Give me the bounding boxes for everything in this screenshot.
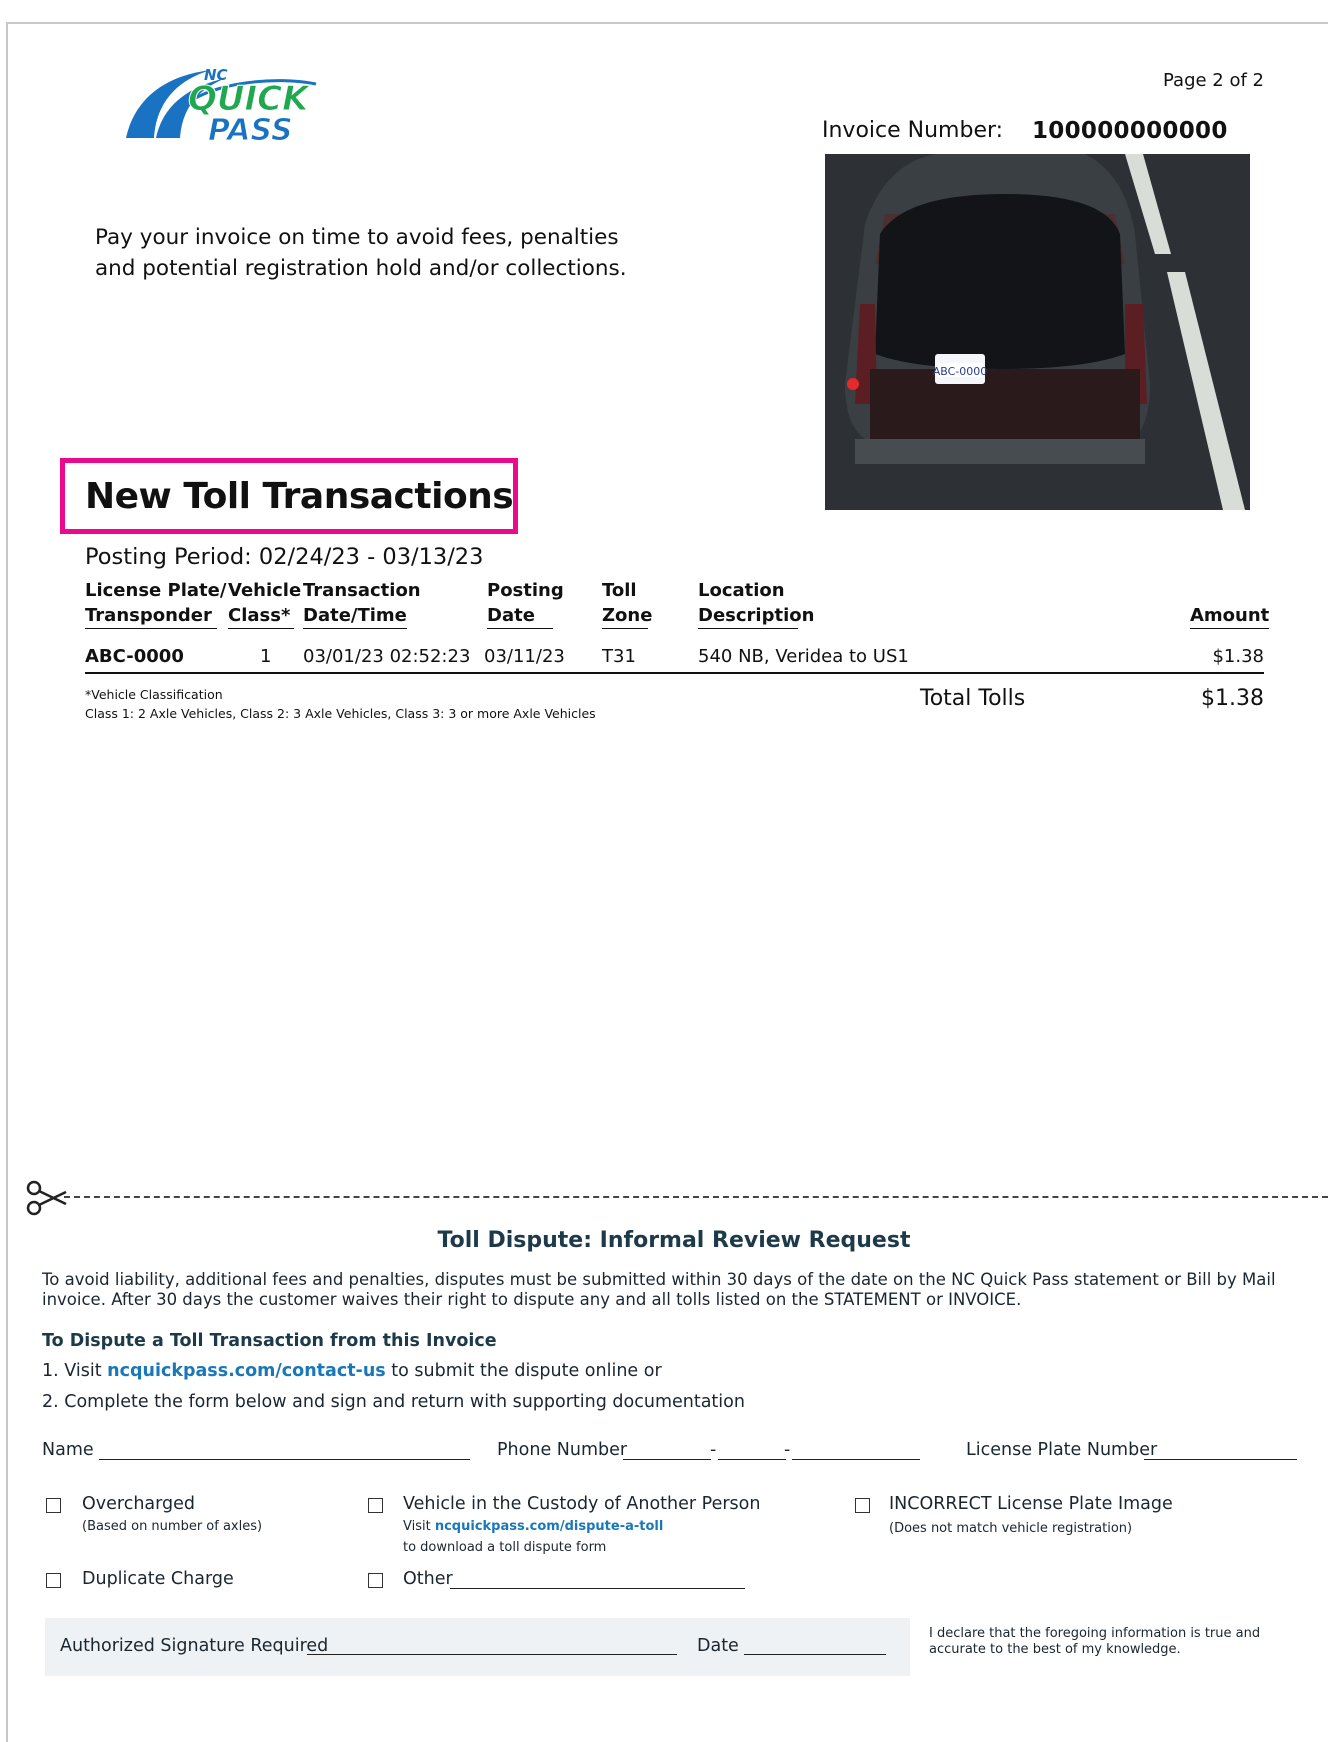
table-rule <box>85 672 1264 674</box>
invoice-number: 100000000000 <box>1032 118 1228 144</box>
license-plate-label: License Plate Number <box>966 1440 1158 1460</box>
dispute-a-toll-link[interactable]: ncquickpass.com/dispute-a-toll <box>435 1519 663 1534</box>
dispute-intro: To avoid liability, additional fees and … <box>42 1270 1276 1309</box>
phone-number-label: Phone Number <box>497 1440 628 1460</box>
cell-amount: $1.38 <box>1212 646 1264 667</box>
svg-text:PASS: PASS <box>208 113 293 144</box>
custody-note-2: to download a toll dispute form <box>403 1540 607 1555</box>
date-label: Date <box>697 1636 739 1656</box>
declaration-text: I declare that the foregoing information… <box>929 1626 1261 1657</box>
signature-label: Authorized Signature Required <box>60 1636 329 1656</box>
duplicate-charge-checkbox[interactable] <box>46 1573 61 1588</box>
total-tolls-value: $1.38 <box>1201 686 1264 711</box>
col-header-posting-date: Posting Date <box>487 578 564 629</box>
overcharged-checkbox[interactable] <box>46 1498 61 1513</box>
svg-text:ABC-0000: ABC-0000 <box>933 365 988 378</box>
col-header-zone: Toll Zone <box>602 578 652 629</box>
phone-line-field[interactable] <box>792 1459 920 1460</box>
vehicle-photo: ABC-0000 <box>825 154 1250 510</box>
cut-line <box>64 1196 1328 1198</box>
phone-separator-2: - <box>784 1440 791 1460</box>
license-plate-field[interactable] <box>1144 1459 1297 1460</box>
name-label: Name <box>42 1440 94 1460</box>
phone-area-field[interactable] <box>623 1459 711 1460</box>
other-label: Other <box>403 1569 453 1589</box>
custody-label: Vehicle in the Custody of Another Person <box>403 1494 761 1514</box>
overcharged-note: (Based on number of axles) <box>82 1519 263 1534</box>
dispute-step-1: 1. Visit ncquickpass.com/contact-us to s… <box>42 1361 662 1381</box>
other-field[interactable] <box>450 1588 745 1589</box>
invoice-number-label: Invoice Number: <box>822 118 1004 143</box>
name-field[interactable] <box>99 1459 470 1460</box>
incorrect-plate-label: INCORRECT License Plate Image <box>889 1494 1173 1514</box>
signature-field[interactable] <box>307 1654 677 1655</box>
section-title: New Toll Transactions <box>85 476 514 517</box>
duplicate-charge-label: Duplicate Charge <box>82 1569 234 1589</box>
contact-us-link[interactable]: ncquickpass.com/contact-us <box>107 1361 386 1381</box>
custody-checkbox[interactable] <box>368 1498 383 1513</box>
col-header-class: Vehicle Class* <box>228 578 301 629</box>
cell-posting-date: 03/11/23 <box>484 646 565 667</box>
vehicle-classification-note: *Vehicle Classification Class 1: 2 Axle … <box>85 687 596 721</box>
dispute-title: Toll Dispute: Informal Review Request <box>437 1228 911 1253</box>
incorrect-plate-note: (Does not match vehicle registration) <box>889 1521 1133 1536</box>
posting-period: Posting Period: 02/24/23 - 03/13/23 <box>85 544 484 570</box>
total-tolls-label: Total Tolls <box>920 686 1026 711</box>
scissors-icon <box>26 1180 67 1216</box>
incorrect-plate-checkbox[interactable] <box>855 1498 870 1513</box>
phone-prefix-field[interactable] <box>718 1459 786 1460</box>
payment-notice: Pay your invoice on time to avoid fees, … <box>95 222 695 284</box>
col-header-location: Location Description <box>698 578 814 629</box>
cell-datetime: 03/01/23 02:52:23 <box>303 646 471 667</box>
payment-notice-line-1: Pay your invoice on time to avoid fees, … <box>95 225 619 250</box>
dispute-subhead: To Dispute a Toll Transaction from this … <box>42 1331 497 1351</box>
payment-notice-line-2: and potential registration hold and/or c… <box>95 256 627 281</box>
col-header-datetime: Transaction Date/Time <box>303 578 421 629</box>
col-header-plate: License Plate/ Transponder <box>85 578 226 629</box>
col-header-amount: Amount <box>1190 603 1270 629</box>
cell-plate: ABC-0000 <box>85 646 184 667</box>
date-field[interactable] <box>744 1654 886 1655</box>
phone-separator-1: - <box>710 1440 717 1460</box>
cell-location: 540 NB, Veridea to US1 <box>698 646 909 667</box>
dispute-step-2: 2. Complete the form below and sign and … <box>42 1392 745 1412</box>
custody-note: Visit ncquickpass.com/dispute-a-toll <box>403 1519 664 1534</box>
page-number: Page 2 of 2 <box>1163 70 1264 91</box>
overcharged-label: Overcharged <box>82 1494 196 1514</box>
cell-vehicle-class: 1 <box>260 646 272 667</box>
other-checkbox[interactable] <box>368 1573 383 1588</box>
cell-zone: T31 <box>602 646 636 667</box>
nc-quick-pass-logo: NC QUICK PASS <box>126 66 317 144</box>
